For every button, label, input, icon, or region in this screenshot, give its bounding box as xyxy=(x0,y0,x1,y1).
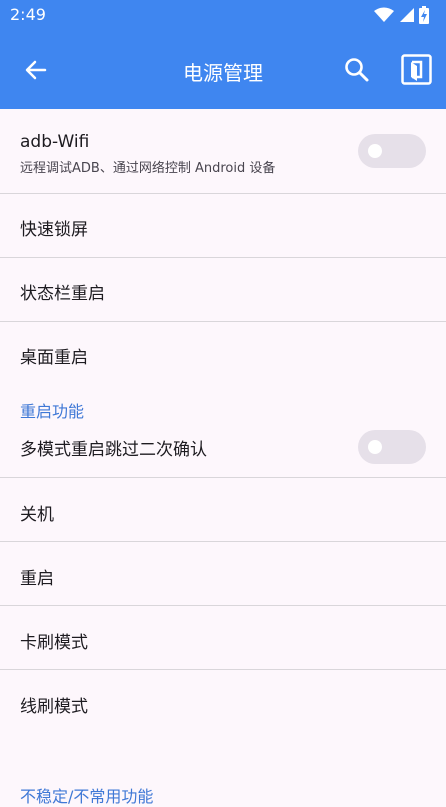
page-title: 电源管理 xyxy=(183,61,263,85)
toggle-knob xyxy=(368,440,382,454)
skip-confirm-item[interactable]: 多模式重启跳过二次确认 xyxy=(0,430,446,478)
search-icon[interactable] xyxy=(343,56,371,84)
battery-icon xyxy=(419,6,429,24)
statusbar-restart-item[interactable]: 状态栏重启 xyxy=(0,258,446,322)
wire-flash-label: 线刷模式 xyxy=(20,697,88,717)
reboot-label: 重启 xyxy=(20,569,54,589)
status-time: 2:49 xyxy=(10,5,46,24)
skip-confirm-toggle[interactable] xyxy=(358,430,426,464)
adb-wifi-toggle[interactable] xyxy=(358,134,426,168)
wifi-icon xyxy=(374,7,394,22)
status-icons xyxy=(374,6,430,24)
shutdown-label: 关机 xyxy=(20,505,54,525)
statusbar-restart-label: 状态栏重启 xyxy=(20,284,105,304)
desktop-restart-label: 桌面重启 xyxy=(20,348,88,368)
shutdown-item[interactable]: 关机 xyxy=(0,478,446,542)
signal-icon xyxy=(400,8,414,22)
reboot-section-header: 重启功能 xyxy=(0,386,446,430)
card-flash-label: 卡刷模式 xyxy=(20,633,88,653)
status-bar: 2:49 xyxy=(0,0,446,32)
lock-screen-label: 快速锁屏 xyxy=(20,220,88,240)
skip-confirm-label: 多模式重启跳过二次确认 xyxy=(20,440,207,460)
reboot-section-title: 重启功能 xyxy=(20,402,85,421)
reboot-item[interactable]: 重启 xyxy=(0,542,446,606)
next-section-title: 不稳定/不常用功能 xyxy=(20,787,154,806)
adb-wifi-label: adb-Wifi xyxy=(20,132,90,152)
wire-flash-item[interactable]: 线刷模式 xyxy=(0,670,446,734)
toggle-knob xyxy=(368,144,382,158)
desktop-restart-item[interactable]: 桌面重启 xyxy=(0,322,446,386)
lock-screen-item[interactable]: 快速锁屏 xyxy=(0,194,446,258)
adb-wifi-summary: 远程调试ADB、通过网络控制 Android 设备 xyxy=(20,161,276,176)
exit-app-icon[interactable] xyxy=(401,54,432,85)
settings-list: adb-Wifi 远程调试ADB、通过网络控制 Android 设备 快速锁屏 … xyxy=(0,109,446,734)
card-flash-item[interactable]: 卡刷模式 xyxy=(0,606,446,670)
adb-wifi-item[interactable]: adb-Wifi 远程调试ADB、通过网络控制 Android 设备 xyxy=(0,109,446,194)
app-bar: 2:49 电源管理 xyxy=(0,0,446,109)
